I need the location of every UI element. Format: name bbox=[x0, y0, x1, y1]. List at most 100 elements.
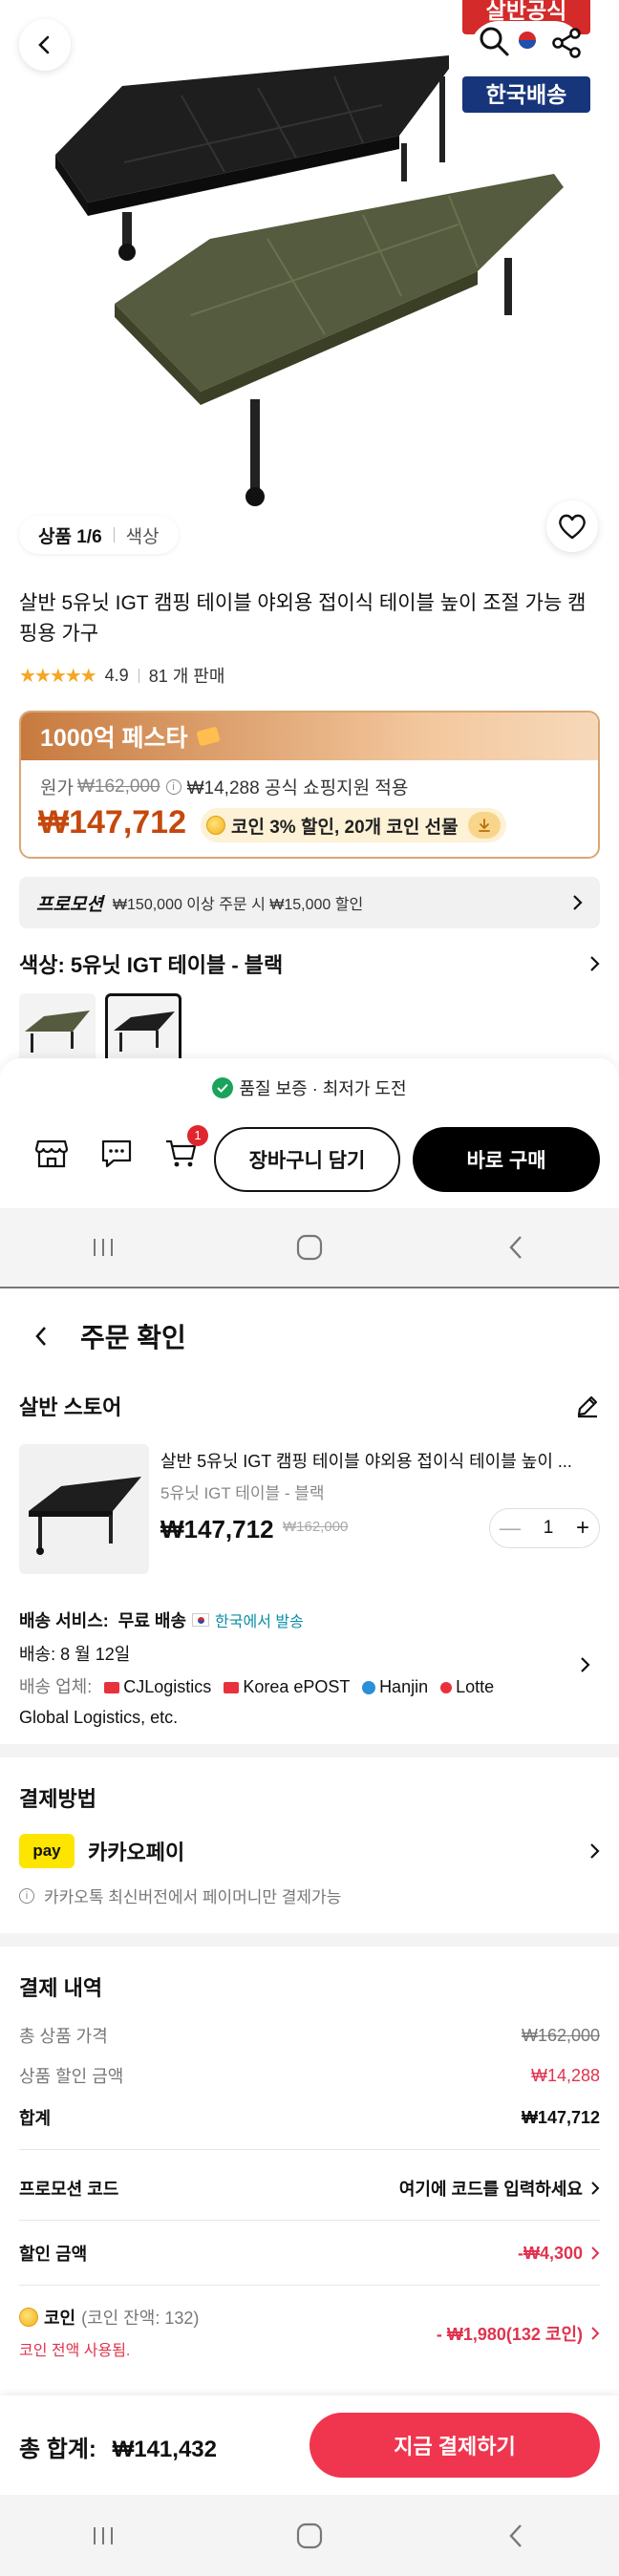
seal-bottom-text: 한국배송 bbox=[462, 76, 590, 113]
add-to-cart-button[interactable]: 장바구니 담기 bbox=[214, 1127, 400, 1192]
rating-row[interactable]: ★★★★★ 4.9 81 개 판매 bbox=[19, 663, 224, 688]
decrease-button[interactable]: — bbox=[500, 1516, 521, 1541]
increase-button[interactable]: + bbox=[576, 1515, 589, 1542]
product-image-gallery[interactable]: 살반공식 한국배송 상품 1/6 색상 bbox=[0, 0, 619, 575]
promo-code-row[interactable]: 프로모션 코드 여기에 코드를 입력하세요 bbox=[19, 2176, 600, 2201]
info-icon[interactable]: i bbox=[165, 778, 181, 795]
carrier-label: 배송 업체: bbox=[19, 1677, 93, 1696]
promotion-bar[interactable]: 프로모션 ₩150,000 이상 주문 시 ₩15,000 할인 bbox=[19, 877, 600, 928]
order-item-image bbox=[19, 1444, 149, 1574]
promotion-text: ₩150,000 이상 주문 시 ₩15,000 할인 bbox=[112, 897, 364, 913]
chat-icon bbox=[101, 1139, 132, 1168]
chevron-right-icon bbox=[573, 895, 583, 910]
back-arrow-icon bbox=[509, 2523, 522, 2547]
section-gap bbox=[0, 1933, 619, 1947]
summary-value: ₩14,288 bbox=[530, 2065, 600, 2085]
shipping-service-value: 무료 배송 bbox=[117, 1611, 187, 1630]
original-price-label: 원가 bbox=[40, 778, 74, 798]
carrier-name: Korea ePOST bbox=[243, 1677, 351, 1696]
carriers-row[interactable]: 배송 업체: CJLogistics Korea ePOST Hanjin Lo… bbox=[19, 1671, 554, 1733]
order-item-option: 5유닛 IGT 테이블 - 블랙 bbox=[160, 1484, 325, 1502]
share-button[interactable] bbox=[550, 27, 583, 59]
image-pager: 상품 1/6 색상 bbox=[19, 516, 179, 554]
recent-apps-button[interactable] bbox=[75, 2525, 132, 2546]
pager-label: 상품 1/6 bbox=[38, 526, 102, 547]
chevron-right-icon bbox=[591, 2327, 600, 2340]
divider bbox=[19, 2220, 600, 2221]
color-option-label: 색상: 5유닛 IGT 테이블 - 블랙 bbox=[19, 953, 284, 977]
sale-price: ₩147,712 bbox=[38, 804, 186, 841]
summary-title: 결제 내역 bbox=[19, 1976, 103, 2000]
chevron-left-icon[interactable] bbox=[34, 1326, 48, 1347]
summary-row-discount: 상품 할인 금액 ₩14,288 bbox=[19, 2063, 600, 2088]
home-icon bbox=[296, 2523, 323, 2548]
rating-value: 4.9 bbox=[104, 665, 129, 685]
quantity-stepper[interactable]: — 1 + bbox=[489, 1508, 600, 1548]
cart-button[interactable]: 1 bbox=[162, 1125, 208, 1173]
summary-label: 합계 bbox=[19, 2109, 52, 2128]
divider bbox=[19, 2285, 600, 2286]
system-back-button[interactable] bbox=[487, 1235, 544, 1260]
original-price-row: 원가 ₩162,000 i ₩14,288 공식 쇼핑지원 적용 bbox=[40, 774, 408, 799]
promo-code-input[interactable]: 여기에 코드를 입력하세요 bbox=[399, 2176, 583, 2201]
coin-icon bbox=[206, 816, 225, 835]
chevron-right-icon[interactable] bbox=[579, 1656, 590, 1673]
color-option-row[interactable]: 색상: 5유닛 IGT 테이블 - 블랙 bbox=[19, 948, 600, 979]
coin-value-row[interactable]: - ₩1,980(132 코인) bbox=[19, 2321, 600, 2346]
wishlist-button[interactable] bbox=[546, 500, 598, 552]
heart-icon bbox=[559, 514, 586, 540]
home-button[interactable] bbox=[281, 2523, 338, 2549]
order-item-original-price: ₩162,000 bbox=[283, 1519, 349, 1535]
back-button[interactable] bbox=[19, 19, 71, 71]
payment-method-row[interactable]: pay 카카오페이 bbox=[19, 1834, 600, 1868]
chat-button[interactable] bbox=[97, 1135, 136, 1173]
shipping-service-row: 배송 서비스: 무료 배송 한국에서 발송 bbox=[19, 1607, 304, 1632]
guarantee-text: 품질 보증 · 최저가 도전 bbox=[239, 1079, 407, 1098]
section-gap bbox=[0, 1744, 619, 1757]
summary-row-total-items: 총 상품 가격 ₩162,000 bbox=[19, 2023, 600, 2048]
share-icon bbox=[552, 28, 581, 58]
coin-offer-pill[interactable]: 코인 3% 할인, 20개 코인 선물 bbox=[201, 808, 506, 842]
download-icon bbox=[478, 819, 490, 832]
summary-row-subtotal: 합계 ₩147,712 bbox=[19, 2105, 600, 2130]
discount-label: 할인 금액 bbox=[19, 2245, 88, 2264]
download-coupon-button[interactable] bbox=[467, 812, 501, 839]
summary-label: 상품 할인 금액 bbox=[19, 2067, 124, 2086]
quality-guarantee: 품질 보증 · 최저가 도전 bbox=[0, 1075, 619, 1100]
payment-note: i 카카오톡 최신버전에서 페이머니만 결제가능 bbox=[19, 1884, 341, 1907]
cart-count-badge: 1 bbox=[187, 1125, 208, 1146]
summary-value: ₩147,712 bbox=[521, 2107, 600, 2127]
buy-now-button[interactable]: 바로 구매 bbox=[413, 1127, 600, 1192]
recent-apps-button[interactable] bbox=[75, 1237, 132, 1258]
coin-value: - ₩1,980(132 코인) bbox=[436, 2325, 583, 2344]
system-back-button[interactable] bbox=[487, 2523, 544, 2548]
epost-logo-icon bbox=[224, 1682, 240, 1694]
grand-total-value: ₩141,432 bbox=[112, 2437, 217, 2462]
search-button[interactable] bbox=[478, 25, 510, 57]
checkout-bar: 총 합계: ₩141,432 지금 결제하기 bbox=[0, 2395, 619, 2495]
quantity-value: 1 bbox=[543, 1518, 554, 1538]
discount-value: -₩4,300 bbox=[517, 2243, 583, 2263]
chevron-right-icon bbox=[591, 2246, 600, 2260]
carriers-etc: Global Logistics, etc. bbox=[19, 1708, 179, 1727]
chevron-right-icon bbox=[590, 956, 600, 971]
store-row: 살반 스토어 bbox=[19, 1391, 600, 1421]
chevron-right-icon bbox=[590, 1843, 600, 1859]
carrier-name: Lotte bbox=[456, 1677, 495, 1696]
order-item-price: ₩147,712 bbox=[160, 1515, 274, 1543]
pay-now-button[interactable]: 지금 결제하기 bbox=[310, 2413, 600, 2478]
product-title: 살반 5유닛 IGT 캠핑 테이블 야외용 접이식 테이블 높이 조절 가능 캠… bbox=[19, 592, 587, 645]
chevron-left-icon bbox=[38, 35, 50, 54]
discount-row[interactable]: 할인 금액 -₩4,300 bbox=[19, 2241, 600, 2266]
store-button[interactable] bbox=[32, 1135, 71, 1173]
pager-variant: 색상 bbox=[125, 526, 160, 547]
star-rating-icon: ★★★★★ bbox=[19, 665, 97, 687]
home-button[interactable] bbox=[281, 1234, 338, 1261]
coin-offer-text: 코인 3% 할인, 20개 코인 선물 bbox=[231, 817, 459, 838]
recent-apps-icon bbox=[94, 2526, 113, 2544]
edit-icon[interactable] bbox=[575, 1394, 600, 1418]
promotion-label: 프로모션 bbox=[36, 894, 103, 915]
divider bbox=[19, 2149, 600, 2150]
back-arrow-icon bbox=[509, 1236, 522, 1259]
grand-total: 총 합계: ₩141,432 bbox=[19, 2430, 217, 2463]
